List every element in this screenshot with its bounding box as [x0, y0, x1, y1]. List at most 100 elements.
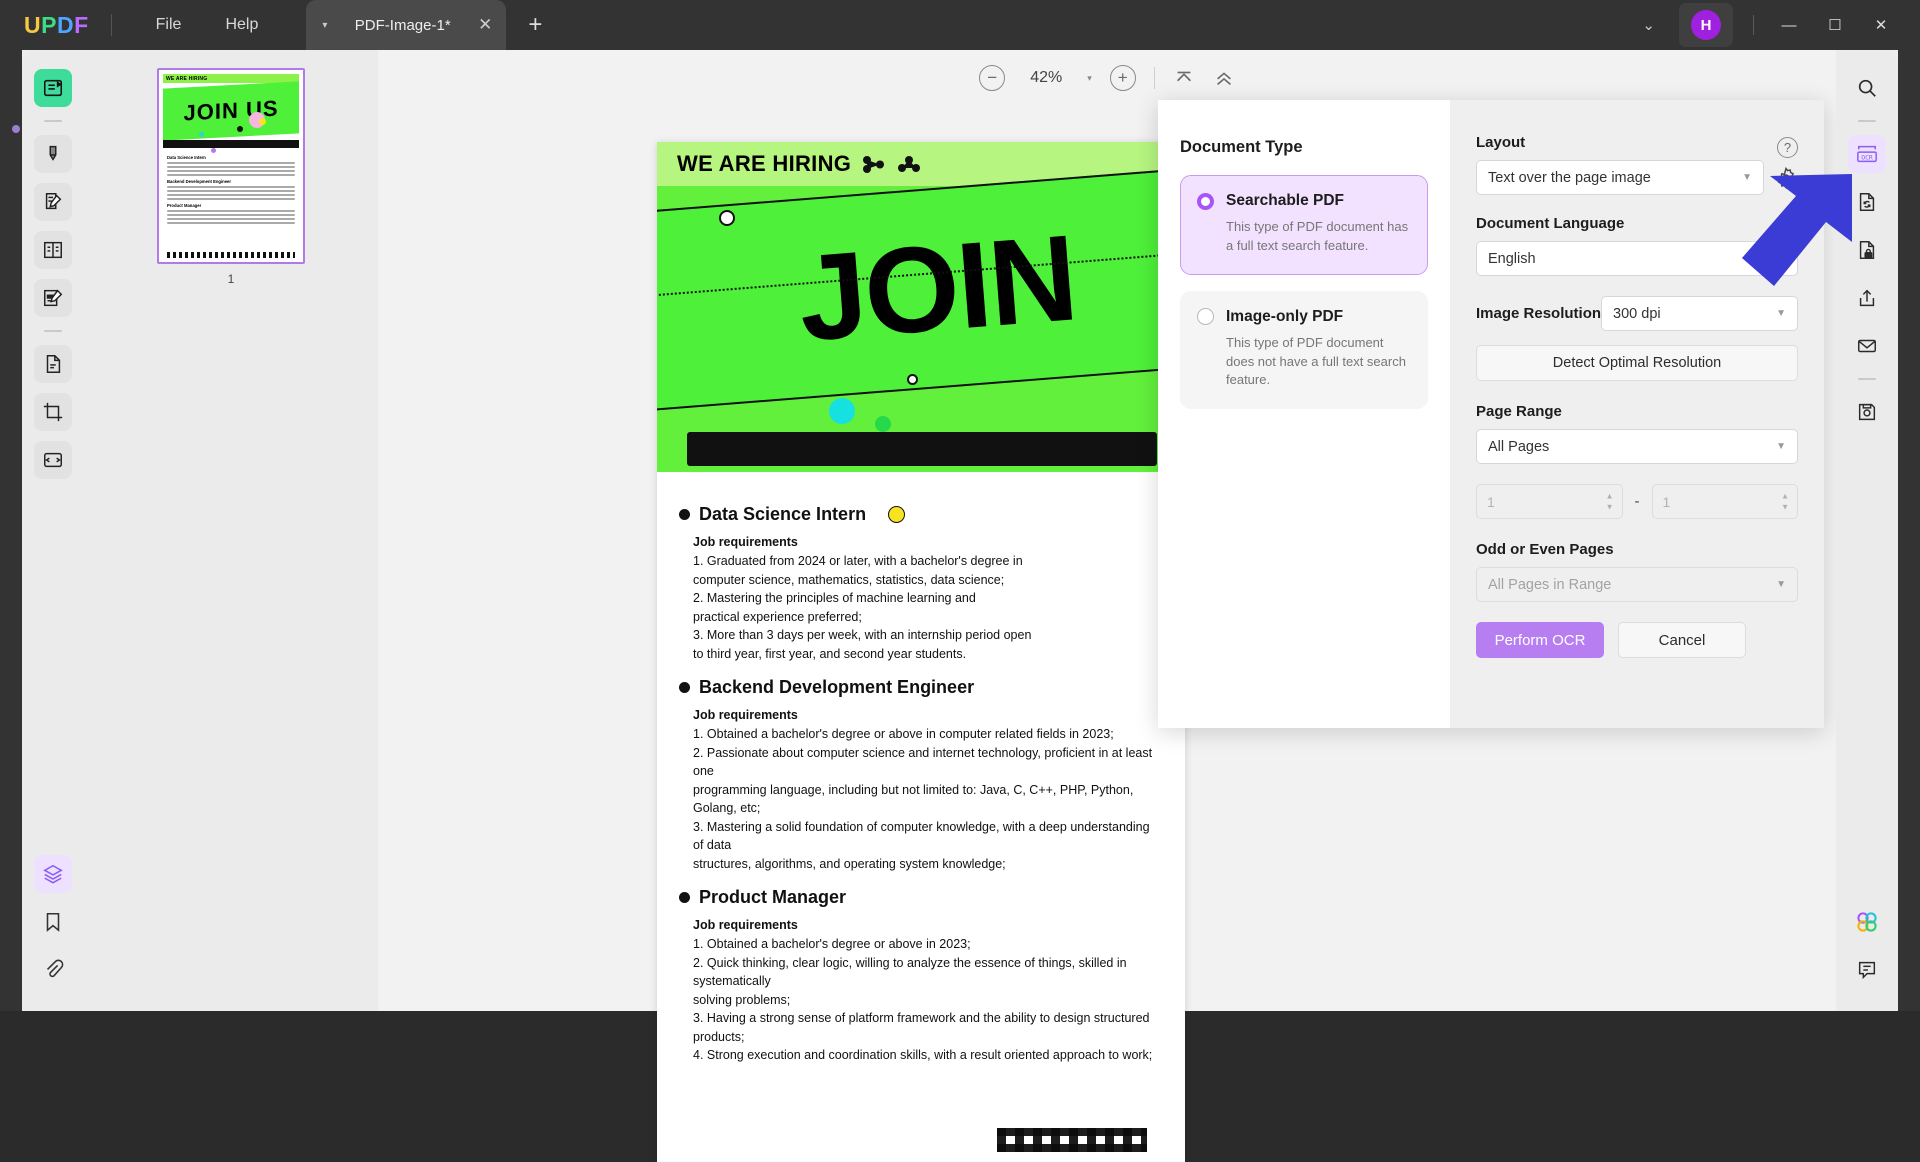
- help-icon[interactable]: ?: [1777, 136, 1798, 158]
- lock-doc-icon: [1856, 239, 1878, 261]
- req-line: 3. Having a strong sense of platform fra…: [693, 1011, 1150, 1044]
- minimize-button[interactable]: —: [1766, 5, 1812, 45]
- chevron-down-icon[interactable]: ▼: [1776, 253, 1786, 264]
- reader-icon: [42, 77, 64, 99]
- layout-select[interactable]: Text over the page image ▼: [1476, 160, 1764, 195]
- avatar[interactable]: H: [1691, 10, 1721, 40]
- maximize-button[interactable]: ☐: [1812, 5, 1858, 45]
- tool-ai-assistant[interactable]: [1848, 903, 1886, 941]
- page-range-inputs: 1 ▲ ▼ - 1 ▲ ▼: [1476, 484, 1798, 519]
- radio-image-only-icon[interactable]: [1197, 308, 1214, 326]
- detect-optimal-resolution-button[interactable]: Detect Optimal Resolution: [1476, 345, 1798, 381]
- range-to-stepper[interactable]: ▲ ▼: [1781, 492, 1789, 511]
- thumb-bottom-pattern: [167, 252, 295, 258]
- thumbnail-page-number: 1: [227, 272, 235, 286]
- tool-email[interactable]: [1848, 327, 1886, 365]
- chevron-down-icon[interactable]: ▼: [1776, 579, 1786, 590]
- range-to-input[interactable]: 1 ▲ ▼: [1651, 484, 1798, 519]
- bullet-icon: [679, 892, 690, 903]
- tab-close-icon[interactable]: ✕: [478, 15, 492, 35]
- tool-search[interactable]: [1848, 69, 1886, 107]
- poster-hiring-text: WE ARE HIRING: [677, 151, 852, 176]
- chevron-down-icon[interactable]: ▼: [1776, 308, 1786, 319]
- zoom-in-button[interactable]: +: [1109, 65, 1136, 91]
- page-range-label: Page Range: [1476, 403, 1562, 420]
- settings-icon[interactable]: [1774, 166, 1798, 190]
- radio-searchable-icon[interactable]: [1197, 192, 1214, 210]
- chevron-down-icon[interactable]: ▼: [1776, 441, 1786, 452]
- edit-text-icon: [42, 191, 64, 213]
- range-from-input[interactable]: 1 ▲ ▼: [1476, 484, 1623, 519]
- tool-compare[interactable]: [34, 441, 72, 479]
- zoom-out-button[interactable]: −: [979, 65, 1006, 91]
- zoom-dropdown-caret-icon[interactable]: ▾: [1087, 73, 1092, 84]
- tool-organize-pages[interactable]: [34, 231, 72, 269]
- page-range-value: All Pages: [1488, 438, 1550, 455]
- tool-reader[interactable]: [34, 69, 72, 107]
- new-tab-button[interactable]: +: [528, 11, 542, 39]
- tool-crop[interactable]: [34, 393, 72, 431]
- req-line: 2. Mastering the principles of machine l…: [693, 591, 976, 605]
- crop-icon: [42, 401, 64, 423]
- tab-title: PDF-Image-1*: [354, 16, 451, 34]
- poster-blob-1-icon: [861, 155, 887, 173]
- tool-ocr[interactable]: OCR: [1848, 135, 1886, 173]
- poster-black-bar: [687, 432, 1157, 466]
- tool-protect[interactable]: [1848, 231, 1886, 269]
- doctype-option-searchable[interactable]: Searchable PDF This type of PDF document…: [1180, 175, 1428, 275]
- poster-dot-white: [907, 374, 918, 385]
- menu-file[interactable]: File: [134, 10, 204, 40]
- thumb-body-text: Data Science Intern Backend Development …: [167, 152, 295, 224]
- req-line: practical experience preferred;: [693, 609, 862, 624]
- tool-highlighter[interactable]: [34, 135, 72, 173]
- poster-blob-2-icon: [897, 155, 921, 173]
- search-icon: [1856, 77, 1878, 99]
- language-select[interactable]: English ▼: [1476, 241, 1798, 276]
- req-line: programming language, including but not …: [693, 782, 1134, 816]
- job-req-list-3: 1. Obtained a bachelor's degree or above…: [693, 935, 1163, 1065]
- page-range-select[interactable]: All Pages ▼: [1476, 429, 1798, 464]
- page-thumbnail[interactable]: WE ARE HIRING JOIN US Data Science Inter…: [157, 68, 305, 264]
- odd-even-label: Odd or Even Pages: [1476, 541, 1614, 558]
- req-line: solving problems;: [693, 992, 791, 1007]
- rail-indicator-dot: [12, 125, 20, 133]
- doctype-option-image-only[interactable]: Image-only PDF This type of PDF document…: [1180, 290, 1428, 410]
- tool-save[interactable]: [1848, 393, 1886, 431]
- page-range-row: All Pages ▼: [1476, 429, 1798, 464]
- chevron-down-icon[interactable]: ⌄: [1626, 6, 1671, 44]
- document-tab[interactable]: ▾ PDF-Image-1* ✕: [306, 0, 507, 50]
- chevron-down-icon[interactable]: ▼: [1742, 172, 1752, 183]
- tool-page-extract[interactable]: [34, 345, 72, 383]
- cancel-button[interactable]: Cancel: [1618, 622, 1746, 658]
- perform-ocr-button[interactable]: Perform OCR: [1476, 622, 1604, 658]
- range-from-stepper[interactable]: ▲ ▼: [1606, 492, 1614, 511]
- tool-layers[interactable]: [34, 855, 72, 893]
- document-copy-icon: [42, 353, 64, 375]
- language-label: Document Language: [1476, 215, 1625, 232]
- resolution-select[interactable]: 300 dpi ▼: [1601, 296, 1798, 331]
- fit-page-icon[interactable]: [1173, 67, 1195, 89]
- tool-share[interactable]: [1848, 279, 1886, 317]
- layers-icon: [42, 863, 64, 885]
- tool-convert[interactable]: [1848, 183, 1886, 221]
- close-window-button[interactable]: ✕: [1858, 5, 1904, 45]
- envelope-icon: [1856, 335, 1878, 357]
- logo-letter-p: P: [41, 11, 57, 38]
- tool-edit-text[interactable]: [34, 183, 72, 221]
- req-line: 3. Mastering a solid foundation of compu…: [693, 819, 1150, 853]
- left-edge-rail: [0, 50, 22, 1011]
- titlebar-divider: [110, 14, 112, 36]
- tool-feedback[interactable]: [1848, 951, 1886, 989]
- paperclip-icon: [42, 959, 64, 981]
- menu-help[interactable]: Help: [203, 10, 280, 40]
- thumb-job-1: Data Science Intern: [167, 155, 206, 160]
- odd-even-select[interactable]: All Pages in Range ▼: [1476, 567, 1798, 602]
- tool-comment[interactable]: [34, 279, 72, 317]
- avatar-container[interactable]: H: [1679, 3, 1733, 47]
- tool-attachments[interactable]: [34, 951, 72, 989]
- pdf-page[interactable]: WE ARE HIRING JOIN Data Science Intern J…: [657, 142, 1185, 1162]
- ocr-document-type-panel: Document Type Searchable PDF This type o…: [1158, 100, 1450, 728]
- tool-bookmarks[interactable]: [34, 903, 72, 941]
- job-req-list-1: 1. Graduated from 2024 or later, with a …: [693, 552, 1163, 663]
- scroll-top-icon[interactable]: [1213, 67, 1235, 89]
